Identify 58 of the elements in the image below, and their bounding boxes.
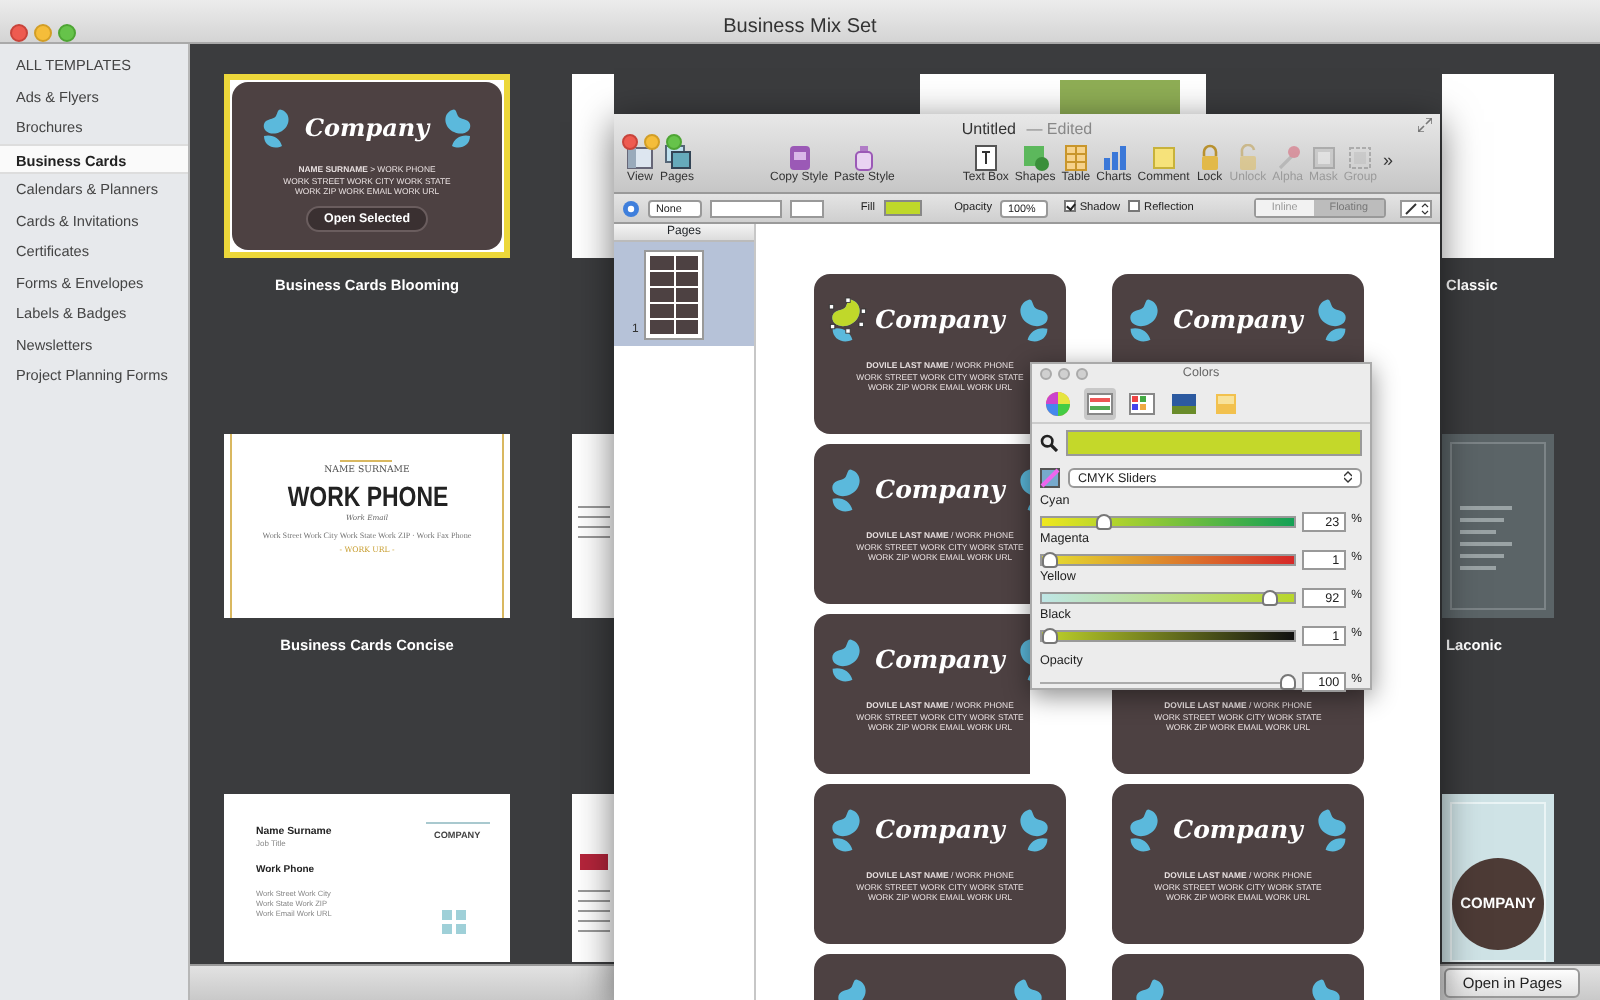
table-icon bbox=[1061, 144, 1090, 172]
company-name: Company bbox=[875, 471, 1005, 508]
note-icon bbox=[1149, 144, 1178, 172]
fill-swatch[interactable] bbox=[883, 200, 923, 216]
color-mode-button[interactable] bbox=[1084, 387, 1116, 419]
search-icon[interactable] bbox=[1040, 434, 1058, 452]
group-icon bbox=[1346, 144, 1375, 172]
page-thumbnail[interactable] bbox=[644, 250, 705, 340]
line-select[interactable] bbox=[710, 199, 782, 217]
color-picker-icon[interactable] bbox=[1040, 468, 1060, 488]
company-name: Company bbox=[304, 112, 430, 146]
slider[interactable] bbox=[1040, 587, 1297, 607]
template-thumbnail[interactable] bbox=[572, 434, 614, 618]
overflow-button[interactable]: » bbox=[1377, 147, 1394, 186]
color-mode-button[interactable] bbox=[1042, 387, 1074, 419]
pen-menu-icon[interactable] bbox=[1399, 199, 1432, 217]
shapes-icon bbox=[1021, 144, 1050, 172]
color-wheel-icon bbox=[1044, 389, 1072, 417]
company-name: Company bbox=[1173, 811, 1303, 848]
pages-icon bbox=[663, 144, 691, 172]
company-name: Company bbox=[1173, 301, 1303, 338]
fullscreen-icon[interactable] bbox=[1418, 118, 1432, 132]
palette-icon bbox=[1128, 389, 1156, 417]
sliders-icon bbox=[1086, 389, 1114, 417]
template-thumbnail[interactable] bbox=[1442, 434, 1554, 618]
window-title: Untitled bbox=[961, 120, 1016, 138]
bar-chart-icon bbox=[1099, 144, 1128, 172]
stepper-icon bbox=[1344, 470, 1352, 484]
text-box-icon bbox=[971, 144, 1000, 172]
template-thumbnail[interactable] bbox=[1442, 74, 1554, 258]
landscape-icon bbox=[1170, 389, 1198, 417]
shape-style-icon[interactable] bbox=[622, 199, 640, 217]
company-name: Company bbox=[875, 301, 1005, 338]
window-title: Business Mix Set bbox=[723, 16, 877, 38]
template-thumbnail[interactable] bbox=[920, 74, 1206, 114]
checkbox[interactable] bbox=[1128, 200, 1141, 213]
window-icon bbox=[626, 144, 654, 172]
edited-status: — Edited bbox=[1024, 120, 1093, 138]
wand-icon bbox=[1273, 144, 1302, 172]
slider[interactable] bbox=[1040, 549, 1297, 569]
bottle-icon bbox=[850, 144, 879, 172]
line-width-field[interactable] bbox=[789, 199, 825, 217]
company-name: Company bbox=[875, 641, 1005, 678]
color-mode-button[interactable] bbox=[1126, 387, 1158, 419]
slider[interactable] bbox=[1040, 625, 1297, 645]
crayons-icon bbox=[1212, 389, 1240, 417]
slider[interactable] bbox=[1040, 671, 1297, 691]
checkbox[interactable] bbox=[1063, 200, 1076, 213]
swatch-icon bbox=[785, 144, 814, 172]
color-swatch[interactable] bbox=[1066, 430, 1362, 456]
template-thumbnail[interactable] bbox=[572, 794, 614, 962]
slider[interactable] bbox=[1040, 511, 1297, 531]
company-name: Company bbox=[875, 811, 1005, 848]
selected-leaf-drawing[interactable] bbox=[825, 296, 870, 344]
mask-icon bbox=[1309, 144, 1338, 172]
phone-text: WORK PHONE bbox=[286, 479, 448, 514]
template-thumbnail[interactable] bbox=[572, 74, 614, 258]
grid-icon bbox=[442, 910, 466, 934]
